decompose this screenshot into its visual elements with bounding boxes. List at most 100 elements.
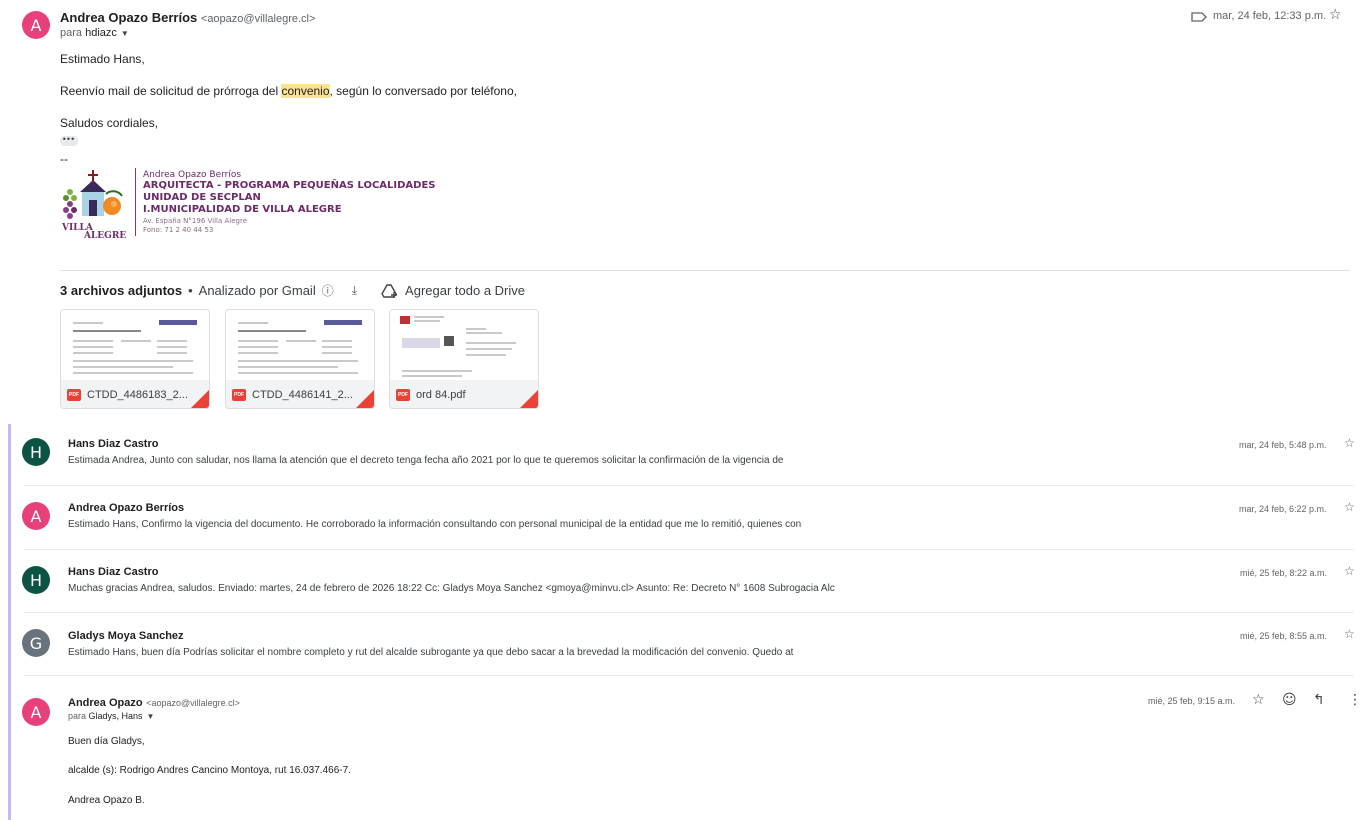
attachment-card[interactable]: PDF ord 84.pdf (389, 309, 539, 409)
download-icon[interactable]: ⤓ (352, 283, 357, 298)
logo-text-2: ALEGRE (83, 231, 126, 240)
body-line-pre: Reenvío mail de solicitud de prórroga de… (60, 84, 282, 98)
attachment-name: ord 84.pdf (416, 389, 466, 401)
scanned-label: Analizado por Gmail (198, 283, 316, 298)
message-expanded-1: A Andrea Opazo Berríos <aopazo@villalegr… (0, 0, 1366, 420)
message-date: mié, 25 feb, 8:55 a.m. (1240, 631, 1328, 641)
sender-name: Hans Diaz Castro (68, 438, 159, 450)
body-closing: Saludos cordiales, (60, 116, 159, 130)
star-icon[interactable]: ☆ (1344, 564, 1355, 578)
sender-line: Andrea Opazo Berríos <aopazo@villalegre.… (60, 10, 315, 25)
reply-icon[interactable]: ↰ (1313, 692, 1325, 708)
pdf-icon: PDF (396, 389, 410, 401)
villa-alegre-logo: VILLA ALEGRE (61, 170, 126, 240)
body-greeting: Buen día Gladys, (68, 736, 145, 747)
signature-address: Av. España N°196 Villa Alegre (143, 217, 248, 225)
avatar-letter: A (30, 506, 42, 526)
thread-message-collapsed[interactable]: H Hans Diaz Castro Muchas gracias Andrea… (0, 551, 1366, 613)
star-icon[interactable]: ☆ (1252, 692, 1265, 708)
attachment-preview (226, 310, 374, 380)
signature-org: I.MUNICIPALIDAD DE VILLA ALEGRE (143, 204, 342, 215)
sender-avatar[interactable]: A (22, 11, 50, 39)
thread-message-collapsed[interactable]: A Andrea Opazo Berríos Estimado Hans, Co… (0, 487, 1366, 550)
message-date[interactable]: mar, 24 feb, 12:33 p.m. (1213, 10, 1326, 22)
add-all-to-drive-button[interactable]: Agregar todo a Drive (405, 283, 525, 298)
message-snippet: Muchas gracias Andrea, saludos. Enviado:… (68, 583, 835, 594)
message-snippet: Estimada Andrea, Junto con saludar, nos … (68, 455, 784, 466)
emoji-icon[interactable]: ☺ (1282, 692, 1297, 708)
thread-message-collapsed[interactable]: G Gladys Moya Sanchez Estimado Hans, bue… (0, 614, 1366, 676)
more-vert-icon[interactable]: ⋮ (1348, 692, 1362, 708)
message-date: mar, 24 feb, 5:48 p.m. (1239, 440, 1327, 450)
star-icon[interactable]: ☆ (1344, 627, 1355, 641)
attachments-header: 3 archivos adjuntos • Analizado por Gmai… (60, 282, 525, 299)
attachment-preview (390, 310, 538, 380)
attachment-card[interactable]: PDF CTDD_4486141_2... (225, 309, 375, 409)
to-recipient: Gladys, Hans (88, 711, 143, 721)
sender-name: Hans Diaz Castro (68, 566, 159, 578)
body-greeting: Estimado Hans, (60, 52, 145, 66)
recipients-line[interactable]: para Gladys, Hans ▼ (68, 711, 154, 721)
star-icon[interactable]: ☆ (1344, 436, 1355, 450)
attachment-footer: PDF CTDD_4486141_2... (226, 380, 374, 408)
to-prefix: para (68, 711, 89, 721)
attachment-card[interactable]: PDF CTDD_4486183_2... (60, 309, 210, 409)
sender-name: Gladys Moya Sanchez (68, 630, 184, 642)
pdf-icon: PDF (67, 389, 81, 401)
attachment-preview (61, 310, 209, 380)
row-divider (24, 485, 1354, 486)
recipients-line[interactable]: para hdiazc ▼ (60, 27, 129, 39)
show-trimmed-content-button[interactable]: ••• (60, 135, 78, 146)
attachments-divider (60, 270, 1350, 271)
sender-avatar[interactable]: G (22, 629, 50, 657)
sender-email: <aopazo@villalegre.cl> (146, 698, 240, 708)
attachment-name: CTDD_4486141_2... (252, 389, 353, 401)
star-icon[interactable]: ☆ (1344, 500, 1355, 514)
row-divider (24, 612, 1354, 613)
avatar-letter: G (29, 633, 43, 653)
message-snippet: Estimado Hans, buen día Podrías solicita… (68, 647, 794, 658)
body-signoff: Andrea Opazo B. (68, 795, 145, 806)
sender-name: Andrea Opazo Berríos (68, 502, 185, 514)
chevron-down-icon[interactable]: ▼ (147, 712, 155, 721)
info-icon[interactable]: ⓘ (322, 282, 334, 299)
avatar-letter: H (29, 442, 43, 462)
message-date[interactable]: mié, 25 feb, 9:15 a.m. (1148, 696, 1235, 706)
sender-email: <aopazo@villalegre.cl> (200, 13, 316, 25)
attachment-corner (356, 390, 374, 408)
message-date: mar, 24 feb, 6:22 p.m. (1239, 504, 1327, 514)
attachment-footer: PDF CTDD_4486183_2... (61, 380, 209, 408)
message-date: mié, 25 feb, 8:22 a.m. (1240, 568, 1328, 578)
chevron-down-icon[interactable]: ▼ (121, 29, 129, 38)
attachments-count: 3 archivos adjuntos (60, 283, 183, 298)
drive-add-icon[interactable] (381, 283, 399, 299)
attachment-corner (191, 390, 209, 408)
pdf-icon: PDF (232, 389, 246, 401)
signature-title: ARQUITECTA - PROGRAMA PEQUEÑAS LOCALIDAD… (143, 180, 436, 191)
thread-message-collapsed[interactable]: H Hans Diaz Castro Estimada Andrea, Junt… (0, 424, 1366, 486)
body-line: alcalde (s): Rodrigo Andres Cancino Mont… (68, 765, 351, 776)
signature-divider (135, 168, 136, 236)
sender-name[interactable]: Andrea Opazo (68, 697, 143, 709)
row-divider (24, 675, 1354, 676)
signature-dashes: -- (60, 152, 68, 166)
sender-name[interactable]: Andrea Opazo Berríos (60, 10, 197, 25)
sender-avatar[interactable]: A (22, 698, 50, 726)
sender-avatar[interactable]: H (22, 566, 50, 594)
sender-line: Andrea Opazo <aopazo@villalegre.cl> (68, 694, 240, 709)
body-line: Reenvío mail de solicitud de prórroga de… (60, 84, 517, 98)
star-icon[interactable]: ☆ (1329, 7, 1342, 23)
to-prefix: para (60, 27, 86, 39)
body-line-post: , según lo conversado por teléfono, (329, 84, 517, 98)
label-icon[interactable] (1191, 12, 1207, 22)
signature-unit: UNIDAD DE SECPLAN (143, 192, 261, 203)
sender-avatar[interactable]: A (22, 502, 50, 530)
attachment-corner (520, 390, 538, 408)
message-snippet: Estimado Hans, Confirmo la vigencia del … (68, 519, 802, 530)
sender-avatar[interactable]: H (22, 438, 50, 466)
attachment-footer: PDF ord 84.pdf (390, 380, 538, 408)
row-divider (24, 549, 1354, 550)
search-highlight: convenio (281, 84, 330, 98)
avatar-letter: H (29, 570, 43, 590)
signature-name: Andrea Opazo Berríos (143, 170, 242, 180)
